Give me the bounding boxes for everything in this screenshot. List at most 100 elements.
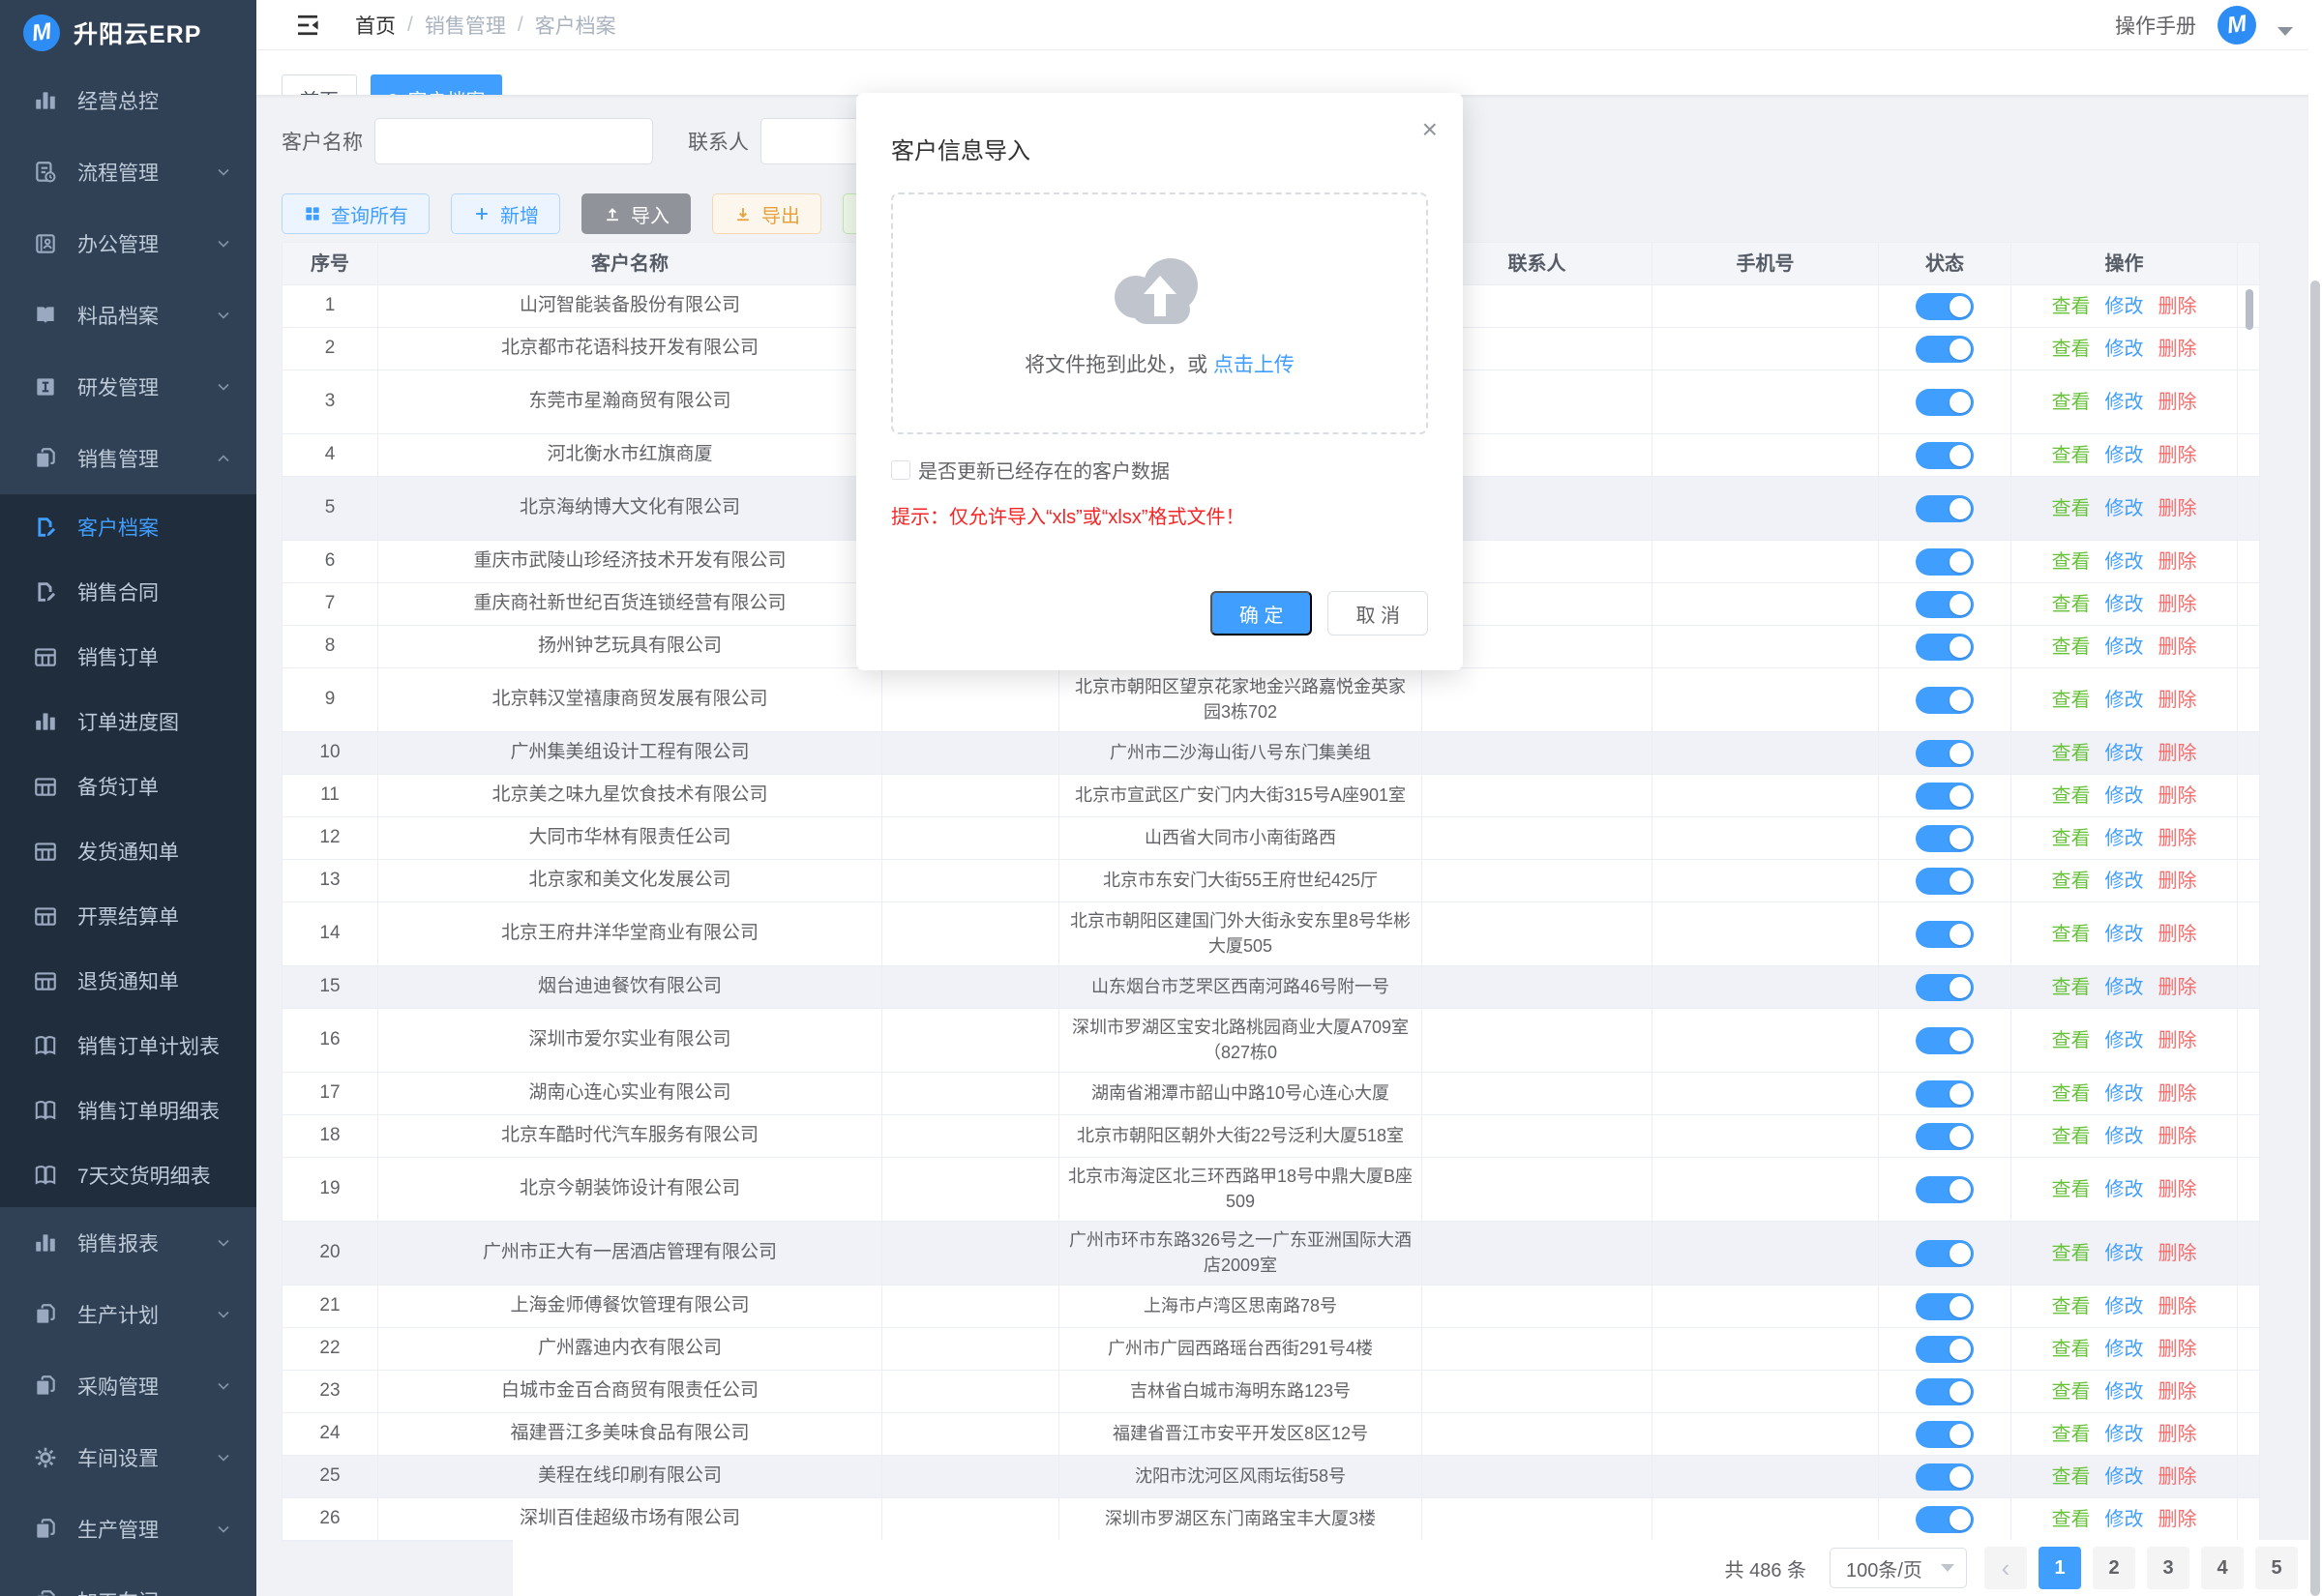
confirm-button[interactable]: 确 定: [1210, 591, 1313, 635]
status-toggle[interactable]: [1916, 548, 1974, 576]
row-action-view[interactable]: 查看: [2052, 336, 2091, 363]
row-action-view[interactable]: 查看: [2052, 293, 2091, 320]
row-action-view[interactable]: 查看: [2052, 687, 2091, 714]
row-action-edit[interactable]: 修改: [2105, 740, 2144, 767]
row-action-delete[interactable]: 删除: [2158, 687, 2197, 714]
row-action-view[interactable]: 查看: [2052, 1293, 2091, 1320]
query-all-button[interactable]: 查询所有: [282, 193, 430, 234]
row-action-delete[interactable]: 删除: [2158, 336, 2197, 363]
sidebar-subitem-发货通知单[interactable]: 发货通知单: [0, 818, 256, 883]
sidebar-item-流程管理[interactable]: 流程管理: [0, 136, 256, 208]
row-action-edit[interactable]: 修改: [2105, 1336, 2144, 1363]
row-action-view[interactable]: 查看: [2052, 1123, 2091, 1150]
table-scrollbar-thumb[interactable]: [2246, 289, 2253, 330]
status-toggle[interactable]: [1916, 1176, 1974, 1203]
prev-page-button[interactable]: ‹: [1984, 1547, 2027, 1589]
row-action-view[interactable]: 查看: [2052, 591, 2091, 618]
row-action-view[interactable]: 查看: [2052, 389, 2091, 416]
status-toggle[interactable]: [1916, 687, 1974, 714]
status-toggle[interactable]: [1916, 495, 1974, 522]
row-action-delete[interactable]: 删除: [2158, 1421, 2197, 1448]
status-toggle[interactable]: [1916, 825, 1974, 852]
row-action-edit[interactable]: 修改: [2105, 591, 2144, 618]
breadcrumb-home[interactable]: 首页: [355, 11, 396, 40]
status-toggle[interactable]: [1916, 1027, 1974, 1054]
sidebar-subitem-客户档案[interactable]: 客户档案: [0, 494, 256, 559]
tab-home[interactable]: 首页: [282, 74, 357, 95]
window-scrollbar-thumb[interactable]: [2310, 281, 2320, 1596]
row-action-edit[interactable]: 修改: [2105, 634, 2144, 661]
export-button[interactable]: 导出: [712, 193, 821, 234]
row-action-edit[interactable]: 修改: [2105, 825, 2144, 852]
page-button-1[interactable]: 1: [2039, 1547, 2081, 1589]
status-toggle[interactable]: [1916, 868, 1974, 895]
row-action-delete[interactable]: 删除: [2158, 740, 2197, 767]
row-action-delete[interactable]: 删除: [2158, 1123, 2197, 1150]
row-action-delete[interactable]: 删除: [2158, 1463, 2197, 1491]
page-button-3[interactable]: 3: [2147, 1547, 2189, 1589]
sidebar-item-车间设置[interactable]: 车间设置: [0, 1422, 256, 1493]
status-toggle[interactable]: [1916, 974, 1974, 1001]
sidebar-item-销售报表[interactable]: 销售报表: [0, 1207, 256, 1279]
row-action-delete[interactable]: 删除: [2158, 293, 2197, 320]
status-toggle[interactable]: [1916, 1293, 1974, 1320]
user-avatar[interactable]: M: [2215, 3, 2258, 46]
row-action-view[interactable]: 查看: [2052, 740, 2091, 767]
row-action-delete[interactable]: 删除: [2158, 548, 2197, 576]
manual-link[interactable]: 操作手册: [2115, 11, 2196, 40]
sidebar-subitem-退货通知单[interactable]: 退货通知单: [0, 948, 256, 1013]
row-action-edit[interactable]: 修改: [2105, 1421, 2144, 1448]
collapse-menu-icon[interactable]: [293, 11, 322, 40]
sidebar-item-销售管理[interactable]: 销售管理: [0, 423, 256, 494]
sidebar-subitem-销售订单[interactable]: 销售订单: [0, 624, 256, 689]
sidebar-subitem-销售合同[interactable]: 销售合同: [0, 559, 256, 624]
row-action-delete[interactable]: 删除: [2158, 783, 2197, 810]
status-toggle[interactable]: [1916, 1378, 1974, 1405]
sidebar-subitem-销售订单明细表[interactable]: 销售订单明细表: [0, 1078, 256, 1142]
sidebar-item-研发管理[interactable]: 研发管理: [0, 351, 256, 423]
row-action-view[interactable]: 查看: [2052, 1421, 2091, 1448]
row-action-view[interactable]: 查看: [2052, 634, 2091, 661]
row-action-view[interactable]: 查看: [2052, 1080, 2091, 1108]
import-button[interactable]: 导入: [581, 193, 691, 234]
row-action-view[interactable]: 查看: [2052, 921, 2091, 948]
row-action-edit[interactable]: 修改: [2105, 687, 2144, 714]
row-action-delete[interactable]: 删除: [2158, 1293, 2197, 1320]
customer-name-input[interactable]: [374, 118, 653, 164]
row-action-delete[interactable]: 删除: [2158, 442, 2197, 469]
sidebar-item-采购管理[interactable]: 采购管理: [0, 1350, 256, 1422]
row-action-view[interactable]: 查看: [2052, 1176, 2091, 1203]
row-action-edit[interactable]: 修改: [2105, 1463, 2144, 1491]
status-toggle[interactable]: [1916, 591, 1974, 618]
row-action-delete[interactable]: 删除: [2158, 921, 2197, 948]
status-toggle[interactable]: [1916, 293, 1974, 320]
row-action-delete[interactable]: 删除: [2158, 1027, 2197, 1054]
status-toggle[interactable]: [1916, 921, 1974, 948]
add-button[interactable]: 新增: [451, 193, 560, 234]
status-toggle[interactable]: [1916, 1080, 1974, 1108]
row-action-edit[interactable]: 修改: [2105, 974, 2144, 1001]
sidebar-item-生产管理[interactable]: 生产管理: [0, 1493, 256, 1565]
row-action-edit[interactable]: 修改: [2105, 1378, 2144, 1405]
status-toggle[interactable]: [1916, 1123, 1974, 1150]
file-dropzone[interactable]: 将文件拖到此处，或 点击上传: [891, 192, 1428, 434]
row-action-edit[interactable]: 修改: [2105, 921, 2144, 948]
row-action-delete[interactable]: 删除: [2158, 495, 2197, 522]
row-action-view[interactable]: 查看: [2052, 1506, 2091, 1533]
row-action-delete[interactable]: 删除: [2158, 868, 2197, 895]
sidebar-item-办公管理[interactable]: 办公管理: [0, 208, 256, 280]
status-toggle[interactable]: [1916, 336, 1974, 363]
sidebar-subitem-7天交货明细表[interactable]: 7天交货明细表: [0, 1142, 256, 1207]
row-action-delete[interactable]: 删除: [2158, 1176, 2197, 1203]
sidebar-item-加工车间[interactable]: 加工车间: [0, 1565, 256, 1596]
sidebar-subitem-订单进度图[interactable]: 订单进度图: [0, 689, 256, 754]
sidebar-subitem-备货订单[interactable]: 备货订单: [0, 754, 256, 818]
row-action-delete[interactable]: 删除: [2158, 1336, 2197, 1363]
row-action-edit[interactable]: 修改: [2105, 1027, 2144, 1054]
status-toggle[interactable]: [1916, 1240, 1974, 1267]
row-action-view[interactable]: 查看: [2052, 1463, 2091, 1491]
row-action-edit[interactable]: 修改: [2105, 1123, 2144, 1150]
row-action-view[interactable]: 查看: [2052, 1240, 2091, 1267]
row-action-view[interactable]: 查看: [2052, 442, 2091, 469]
row-action-view[interactable]: 查看: [2052, 1378, 2091, 1405]
